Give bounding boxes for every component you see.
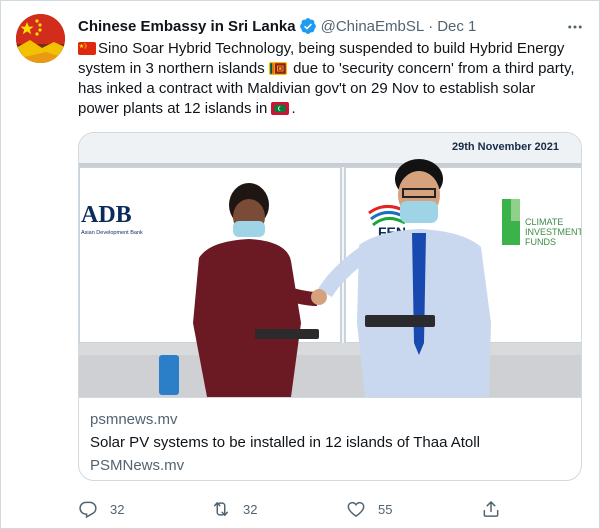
reply-icon bbox=[78, 499, 98, 519]
tweet[interactable]: Chinese Embassy in Sri Lanka @ChinaEmbSL… bbox=[0, 0, 600, 529]
tweet-text-line: Sino Soar Hybrid Technology, being suspe… bbox=[98, 40, 565, 57]
adb-logo-text: ADB bbox=[81, 202, 132, 228]
tweet-text-line: due to 'security concern' from a third p… bbox=[288, 60, 575, 77]
action-bar: 32 32 55 bbox=[78, 497, 518, 521]
tweet-line-2: system in 3 northern islands due to 'sec… bbox=[78, 59, 588, 79]
tweet-text-line: system in 3 northern islands bbox=[78, 60, 269, 77]
share-icon bbox=[481, 499, 501, 519]
china-flag-icon bbox=[78, 42, 96, 55]
retweet-button[interactable]: 32 bbox=[211, 497, 257, 521]
card-image[interactable]: 29th November 2021 ADB Asian Development… bbox=[79, 133, 582, 397]
image-date-text: 29th November 2021 bbox=[452, 141, 559, 153]
card-domain: psmnews.mv bbox=[90, 411, 178, 428]
link-card[interactable]: 29th November 2021 ADB Asian Development… bbox=[78, 132, 582, 481]
card-meta[interactable]: psmnews.mv Solar PV systems to be instal… bbox=[79, 397, 581, 480]
like-button[interactable]: 55 bbox=[346, 497, 392, 521]
like-count: 55 bbox=[378, 501, 393, 517]
sri-lanka-flag-icon bbox=[268, 62, 287, 75]
reply-button[interactable]: 32 bbox=[78, 497, 124, 521]
author-name[interactable]: Chinese Embassy in Sri Lanka bbox=[78, 18, 296, 35]
tweet-line-4: power plants at 12 islands in . bbox=[78, 99, 588, 119]
card-site: PSMNews.mv bbox=[90, 457, 185, 474]
tweet-text-line: has inked a contract with Maldivian gov'… bbox=[78, 80, 536, 97]
card-title[interactable]: Solar PV systems to be installed in 12 i… bbox=[90, 433, 571, 453]
tweet-line-1: Sino Soar Hybrid Technology, being suspe… bbox=[78, 39, 588, 59]
retweet-count: 32 bbox=[243, 501, 258, 517]
more-options-icon[interactable] bbox=[565, 17, 585, 37]
heart-icon bbox=[346, 499, 366, 519]
avatar[interactable] bbox=[16, 14, 65, 63]
retweet-icon bbox=[211, 499, 231, 519]
tweet-date[interactable]: Dec 1 bbox=[437, 18, 476, 35]
author-handle[interactable]: @ChinaEmbSL bbox=[321, 18, 425, 35]
cif-logo-line1: CLIMATE bbox=[525, 217, 563, 227]
adb-logo-subtext: Asian Development Bank bbox=[81, 230, 143, 236]
share-button[interactable] bbox=[481, 497, 501, 521]
tweet-text-line: . bbox=[291, 100, 296, 117]
tweet-text-line: power plants at 12 islands in bbox=[78, 100, 272, 117]
tweet-header: Chinese Embassy in Sri Lanka @ChinaEmbSL… bbox=[78, 15, 476, 37]
separator: · bbox=[428, 17, 434, 35]
maldives-flag-icon bbox=[271, 102, 290, 115]
tweet-line-3: has inked a contract with Maldivian gov'… bbox=[78, 79, 588, 99]
cif-logo-line2: INVESTMENT bbox=[525, 227, 582, 237]
tweet-text: Sino Soar Hybrid Technology, being suspe… bbox=[78, 39, 588, 119]
verified-badge-icon bbox=[299, 17, 317, 35]
reply-count: 32 bbox=[110, 501, 125, 517]
cif-logo-line3: FUNDS bbox=[525, 237, 556, 247]
